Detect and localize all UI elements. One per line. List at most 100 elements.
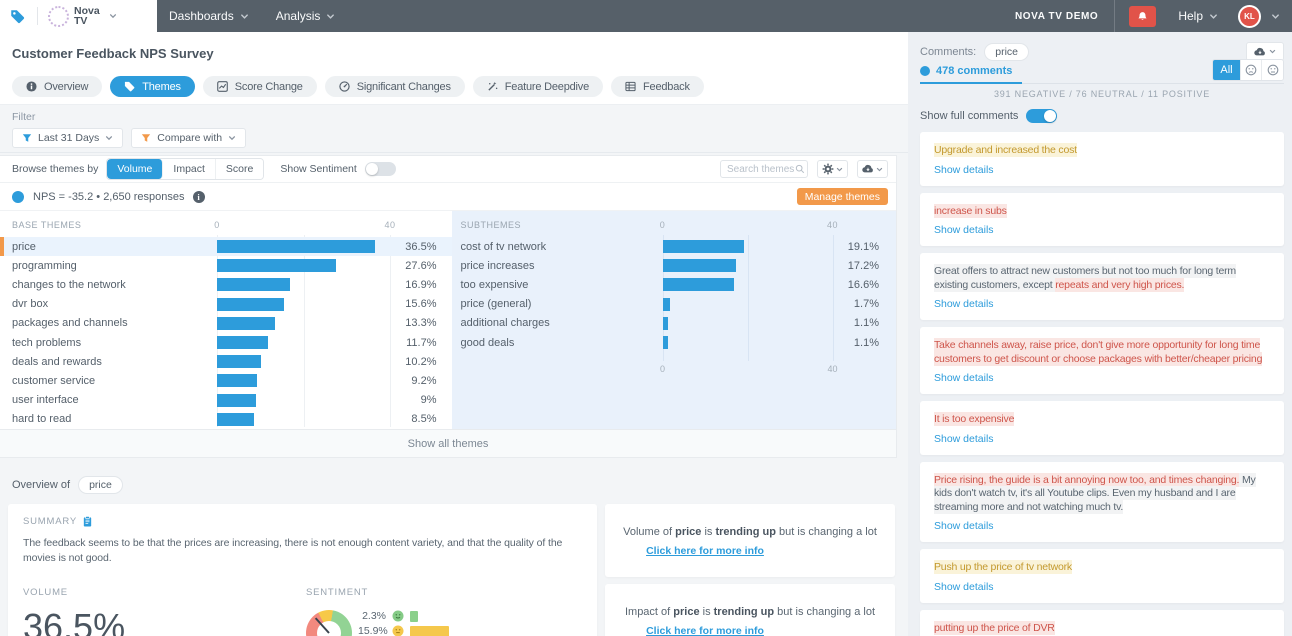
bar[interactable] bbox=[217, 336, 268, 350]
gauge-icon bbox=[339, 81, 350, 92]
show-all-themes-button[interactable]: Show all themes bbox=[0, 429, 896, 457]
show-details-link[interactable]: Show details bbox=[934, 164, 1270, 177]
bar[interactable] bbox=[662, 316, 668, 330]
bar[interactable] bbox=[217, 316, 275, 330]
subthemes-panel: SUBTHEMES 0 40 cost of tv network 19.1% price… bbox=[451, 211, 897, 429]
show-details-link[interactable]: Show details bbox=[934, 224, 1270, 237]
theme-row[interactable]: packages and channels 13.3% bbox=[0, 314, 452, 333]
mode-impact[interactable]: Impact bbox=[163, 159, 216, 179]
happy-face-icon bbox=[392, 610, 404, 622]
workspace-caret-icon[interactable] bbox=[109, 12, 117, 20]
filter-negative-button[interactable] bbox=[1241, 60, 1262, 80]
bar[interactable] bbox=[217, 355, 261, 369]
filter-neutral-button[interactable] bbox=[1262, 60, 1283, 80]
settings-button[interactable] bbox=[817, 160, 848, 178]
clipboard-icon bbox=[83, 516, 92, 527]
bar[interactable] bbox=[217, 374, 257, 388]
demo-label: NOVA TV DEMO bbox=[1014, 10, 1099, 22]
theme-row[interactable]: changes to the network 16.9% bbox=[0, 275, 452, 294]
overview-label: Overview of bbox=[12, 479, 71, 491]
sentiment-summary-line: 391 NEGATIVE / 76 NEUTRAL / 11 POSITIVE bbox=[993, 89, 1211, 99]
overview-header: Overview of price bbox=[0, 458, 908, 498]
base-themes-panel: BASE THEMES 0 40 price 36.5% programming 27.6%… bbox=[0, 211, 452, 429]
theme-row[interactable]: good deals 1.1% bbox=[452, 333, 897, 352]
notifications-button[interactable] bbox=[1129, 5, 1157, 27]
manage-themes-button[interactable]: Manage themes bbox=[796, 188, 888, 205]
bar[interactable] bbox=[217, 412, 254, 426]
show-full-comments-toggle[interactable] bbox=[1026, 109, 1058, 123]
chevron-down-icon bbox=[240, 13, 248, 19]
theme-row[interactable]: user interface 9% bbox=[0, 391, 452, 410]
menu-dashboards[interactable]: Dashboards bbox=[169, 9, 249, 23]
navbar-menu: Dashboards Analysis NOVA TV DEMO Help KL bbox=[157, 0, 1292, 32]
tab-significant-changes[interactable]: Significant Changes bbox=[324, 76, 465, 97]
comments-count-tab[interactable]: 478 comments bbox=[920, 65, 1023, 84]
comments-theme-pill[interactable]: price bbox=[984, 42, 1030, 61]
bar[interactable] bbox=[217, 240, 375, 254]
sentiment-legend: 2.3% 15.9% bbox=[358, 610, 449, 636]
theme-row[interactable]: tech problems 11.7% bbox=[0, 333, 452, 352]
tag-icon bbox=[124, 81, 135, 92]
page-title: Customer Feedback NPS Survey bbox=[12, 46, 214, 61]
tab-overview[interactable]: Overview bbox=[12, 76, 103, 97]
theme-row[interactable]: price increases 17.2% bbox=[452, 256, 897, 275]
account-caret-icon[interactable] bbox=[1271, 12, 1280, 21]
thematic-logo-icon bbox=[11, 9, 25, 23]
show-details-link[interactable]: Show details bbox=[934, 581, 1270, 594]
theme-row[interactable]: hard to read 8.5% bbox=[0, 410, 452, 429]
show-details-link[interactable]: Show details bbox=[934, 298, 1270, 311]
search-themes-input[interactable] bbox=[727, 163, 795, 175]
tab-themes[interactable]: Themes bbox=[110, 76, 195, 97]
show-details-link[interactable]: Show details bbox=[934, 520, 1270, 533]
compare-filter-button[interactable]: Compare with bbox=[131, 128, 247, 148]
bar[interactable] bbox=[217, 393, 256, 407]
theme-row[interactable]: customer service 9.2% bbox=[0, 371, 452, 390]
chevron-down-icon bbox=[106, 136, 113, 141]
overview-theme-pill[interactable]: price bbox=[78, 476, 123, 494]
comment-card: increase in subs Show details bbox=[920, 192, 1284, 246]
browse-label: Browse themes by bbox=[12, 163, 99, 175]
mode-volume[interactable]: Volume bbox=[107, 159, 164, 179]
chevron-down-icon bbox=[1210, 13, 1217, 19]
sentiment-toggle-label: Show Sentiment bbox=[280, 163, 357, 175]
bar[interactable] bbox=[662, 336, 668, 350]
bar[interactable] bbox=[662, 278, 734, 292]
bar[interactable] bbox=[217, 278, 290, 292]
filter-all-button[interactable]: All bbox=[1213, 60, 1241, 80]
theme-row[interactable]: dvr box 15.6% bbox=[0, 295, 452, 314]
theme-row[interactable]: deals and rewards 10.2% bbox=[0, 352, 452, 371]
comment-text: Take channels away, raise price, don't g… bbox=[934, 338, 1263, 366]
brand-area: Nova TV bbox=[0, 0, 157, 32]
mode-switch: Volume Impact Score bbox=[106, 158, 265, 180]
bar[interactable] bbox=[217, 259, 336, 273]
comment-text: Upgrade and increased the cost bbox=[934, 143, 1077, 157]
mode-score[interactable]: Score bbox=[215, 159, 264, 179]
avatar[interactable]: KL bbox=[1238, 4, 1261, 28]
theme-row[interactable]: price (general) 1.7% bbox=[452, 295, 897, 314]
theme-row[interactable]: cost of tv network 19.1% bbox=[452, 237, 897, 256]
more-info-link[interactable]: Click here for more info bbox=[646, 625, 764, 636]
bar[interactable] bbox=[662, 297, 670, 311]
theme-row[interactable]: price 36.5% bbox=[0, 237, 452, 257]
tab-feedback[interactable]: Feedback bbox=[611, 76, 704, 97]
theme-row[interactable]: programming 27.6% bbox=[0, 256, 452, 275]
theme-row[interactable]: additional charges 1.1% bbox=[452, 314, 897, 333]
date-filter-button[interactable]: Last 31 Days bbox=[12, 128, 124, 148]
menu-analysis[interactable]: Analysis bbox=[276, 9, 336, 23]
bar[interactable] bbox=[662, 259, 736, 273]
help-menu[interactable]: Help bbox=[1178, 9, 1218, 23]
info-icon[interactable]: i bbox=[192, 190, 205, 203]
more-info-link[interactable]: Click here for more info bbox=[646, 545, 764, 557]
bar[interactable] bbox=[662, 240, 744, 254]
summary-card: SUMMARY The feedback seems to be that th… bbox=[8, 504, 597, 636]
insight-text: Volume of price is trending up but is ch… bbox=[623, 526, 877, 538]
workspace-name: Nova TV bbox=[74, 4, 100, 27]
show-details-link[interactable]: Show details bbox=[934, 372, 1270, 385]
bar[interactable] bbox=[217, 297, 284, 311]
show-details-link[interactable]: Show details bbox=[934, 433, 1270, 446]
theme-row[interactable]: too expensive 16.6% bbox=[452, 275, 897, 294]
tab-score-change[interactable]: Score Change bbox=[202, 76, 317, 97]
show-sentiment-toggle[interactable] bbox=[364, 162, 396, 176]
tab-feature-deepdive[interactable]: Feature Deepdive bbox=[472, 76, 604, 97]
export-button[interactable] bbox=[857, 160, 888, 178]
